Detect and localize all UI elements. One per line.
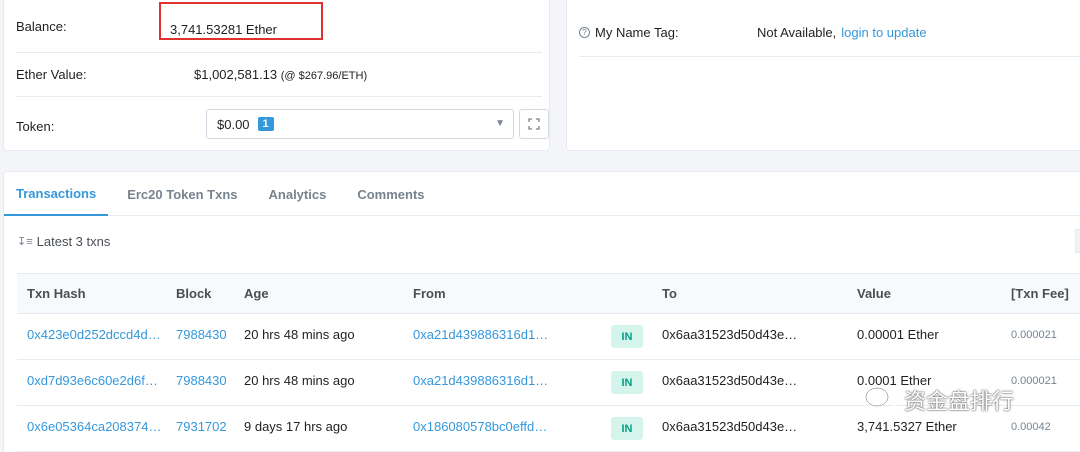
ether-value-amount: $1,002,581.13 [194,67,278,82]
txn-fee: 0.000021 [1011,375,1057,387]
wechat-icon [865,387,896,412]
txn-fee: 0.00042 [1011,421,1051,433]
balance-value: 3,741.53281 Ether [170,22,277,37]
transactions-table: Txn Hash Block Age From To Value [Txn Fe… [17,273,1080,452]
toolbar-button-stub[interactable] [1075,229,1080,253]
watermark-text: 资金盘排行 [904,389,1015,414]
login-to-update-link[interactable]: login to update [841,25,926,40]
token-dropdown[interactable]: $0.00 1 ▼ [206,109,514,139]
block-link[interactable]: 7931702 [176,419,227,434]
direction-in-badge: IN [611,371,643,394]
block-link[interactable]: 7988430 [176,327,227,342]
txn-age: 9 days 17 hrs ago [244,419,348,434]
header-to: To [662,286,677,301]
chevron-down-icon: ▼ [495,118,505,129]
to-address: 0x6aa31523d50d43e… [662,327,798,342]
tab-transactions[interactable]: Transactions [4,172,109,216]
header-block: Block [176,286,212,301]
header-age[interactable]: Age [244,286,269,301]
sort-icon: ↧≡ [17,236,33,248]
expand-icon [528,118,540,130]
from-address-link[interactable]: 0xa21d439886316d1… [413,327,548,342]
token-count-badge: 1 [257,117,274,131]
name-tag-label-group: ? My Name Tag: [579,25,757,40]
header-from: From [413,286,446,301]
from-address-link[interactable]: 0x186080578bc0effd… [413,419,547,434]
txn-age: 20 hrs 48 mins ago [244,373,355,388]
tab-erc20-token-txns[interactable]: Erc20 Token Txns [115,172,249,216]
ether-rate: (@ $267.96/ETH) [280,70,368,82]
more-info-card: ? My Name Tag: Not Available, login to u… [566,0,1080,151]
txn-hash-link[interactable]: 0xd7d93e6c60e2d6f… [27,373,158,388]
from-address-link[interactable]: 0xa21d439886316d1… [413,373,548,388]
token-value: $0.00 [217,116,250,132]
tab-bar: Transactions Erc20 Token Txns Analytics … [4,172,1080,216]
latest-txns-summary: ↧≡ Latest 3 txns [17,234,110,249]
tab-analytics[interactable]: Analytics [257,172,339,216]
tab-comments[interactable]: Comments [345,172,436,216]
expand-button[interactable] [519,109,549,139]
txn-fee: 0.000021 [1011,329,1057,341]
txn-hash-link[interactable]: 0x423e0d252dccd4d… [27,327,161,342]
latest-txns-label: Latest 3 txns [36,234,111,249]
direction-in-badge: IN [611,325,643,348]
name-tag-label: My Name Tag: [595,25,679,40]
ether-value-label: Ether Value: [16,67,87,82]
table-row: 0x423e0d252dccd4d… 7988430 20 hrs 48 min… [17,314,1080,360]
header-txn-hash: Txn Hash [27,286,86,301]
txn-value: 3,741.5327 Ether [857,419,957,434]
name-tag-row: ? My Name Tag: Not Available, login to u… [579,9,1080,57]
block-link[interactable]: 7988430 [176,373,227,388]
txn-age: 20 hrs 48 mins ago [244,327,355,342]
question-icon[interactable]: ? [579,27,590,38]
header-txn-fee[interactable]: [Txn Fee] [1011,286,1069,301]
ether-value-row: Ether Value: $1,002,581.13 (@ $267.96/ET… [16,53,542,97]
to-address: 0x6aa31523d50d43e… [662,373,798,388]
txn-value: 0.00001 Ether [857,327,939,342]
watermark: 资金盘排行 [864,384,1014,416]
token-label: Token: [16,118,55,134]
txn-hash-link[interactable]: 0x6e05364ca208374… [27,419,161,434]
name-tag-value: Not Available, [757,25,837,40]
token-row: Token: $0.00 1 ▼ [16,97,549,155]
direction-in-badge: IN [611,417,643,440]
table-header: Txn Hash Block Age From To Value [Txn Fe… [17,273,1080,314]
header-value: Value [857,286,891,301]
overview-card: Balance: 3,741.53281 Ether Ether Value: … [3,0,550,151]
to-address: 0x6aa31523d50d43e… [662,419,798,434]
ether-value: $1,002,581.13 (@ $267.96/ETH) [194,67,367,82]
